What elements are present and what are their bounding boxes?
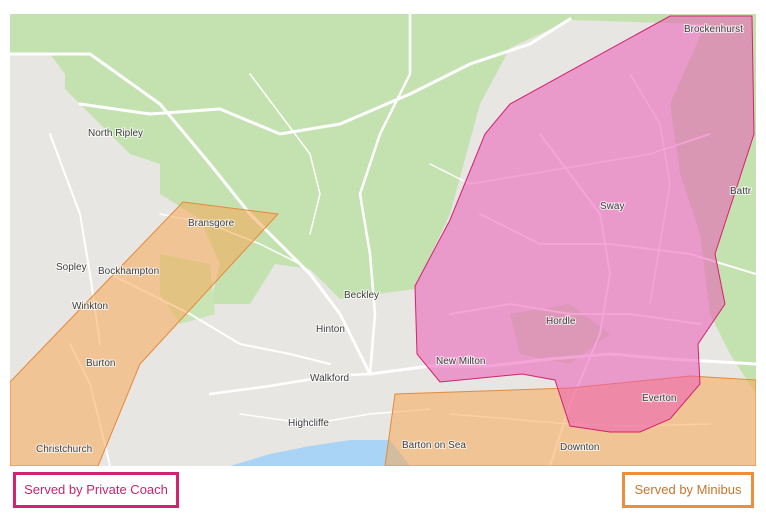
legend-private-coach-label: Served by Private Coach [24,482,168,497]
place-label-brockenhurst: Brockenhurst [684,24,743,35]
place-label-burton: Burton [86,358,115,369]
place-label-barton-on-sea: Barton on Sea [402,440,466,451]
place-label-bransgore: Bransgore [188,218,235,229]
place-label-downton: Downton [560,442,599,453]
place-label-hinton: Hinton [316,324,345,335]
place-label-sopley: Sopley [56,262,87,273]
place-label-everton: Everton [642,393,676,404]
place-label-winkton: Winkton [72,301,108,312]
place-label-bockhampton: Bockhampton [98,266,159,277]
place-label-highcliffe: Highcliffe [288,418,329,429]
place-label-walkford: Walkford [310,373,349,384]
legend-minibus: Served by Minibus [622,472,754,508]
place-label-hordle: Hordle [546,316,576,327]
place-label-new-milton: New Milton [436,356,485,367]
place-label-battramsley: Battr [730,186,752,197]
place-label-sway: Sway [600,201,624,212]
place-label-north-ripley: North Ripley [88,128,143,139]
map[interactable]: Brockenhurst North Ripley Battr Bransgor… [8,12,758,467]
map-canvas[interactable]: Brockenhurst North Ripley Battr Bransgor… [8,12,758,467]
place-label-christchurch: Christchurch [36,444,92,455]
legend-minibus-label: Served by Minibus [634,482,742,497]
place-label-beckley: Beckley [344,290,379,301]
legend-private-coach: Served by Private Coach [13,472,179,508]
